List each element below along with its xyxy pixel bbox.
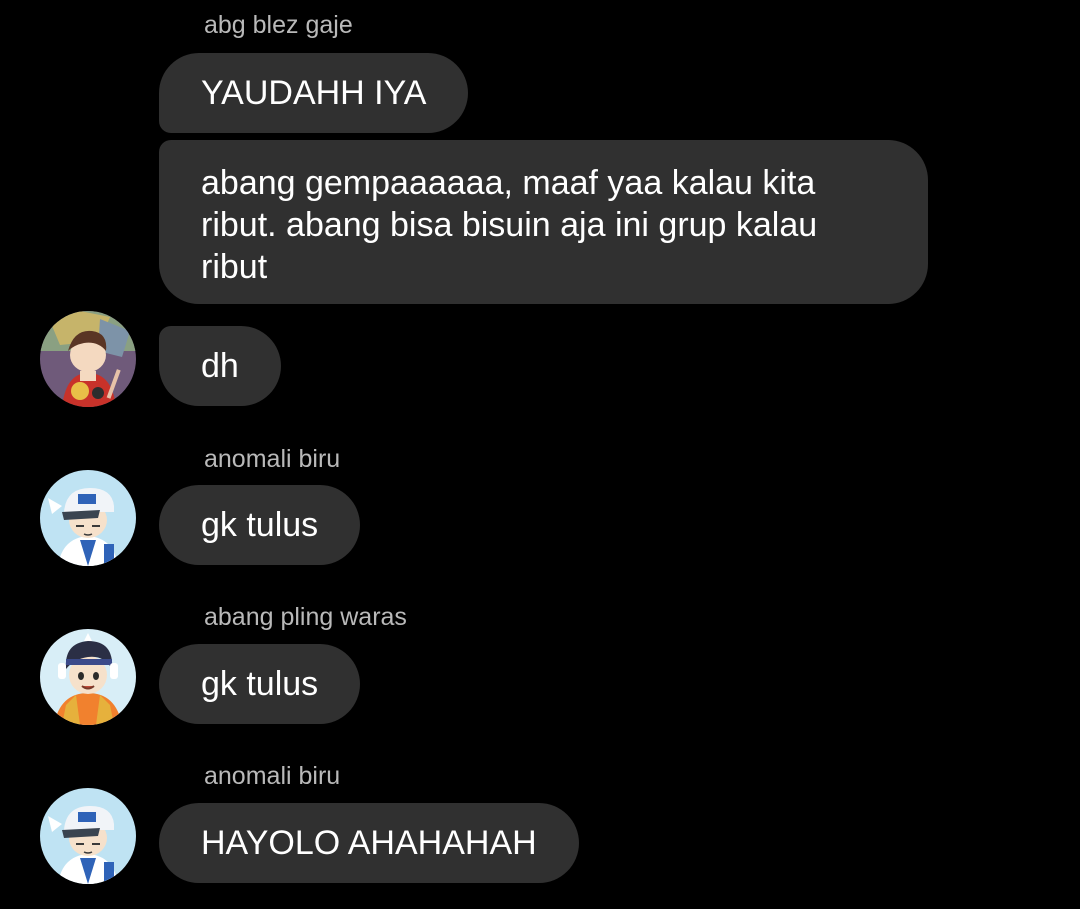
message-text: abang gempaaaaaa, maaf yaa kalau kita ri… [201, 164, 818, 286]
sender-name: anomali biru [204, 762, 341, 790]
anime-boy-orange-shirt-avatar-icon [40, 629, 136, 725]
message-text: HAYOLO AHAHAHAH [201, 824, 537, 862]
message-bubble[interactable]: abang gempaaaaaa, maaf yaa kalau kita ri… [159, 140, 928, 304]
message-bubble[interactable]: HAYOLO AHAHAHAH [159, 803, 579, 883]
anime-boy-red-jacket-avatar-icon [40, 311, 136, 407]
message-bubble[interactable]: dh [159, 326, 281, 406]
message-bubble[interactable]: gk tulus [159, 485, 361, 565]
message-bubble[interactable]: YAUDAHH IYA [159, 53, 469, 133]
avatar[interactable] [40, 788, 136, 884]
anime-boy-blue-cap-avatar-icon [40, 470, 136, 566]
sender-name: abg blez gaje [204, 11, 353, 39]
avatar[interactable] [40, 629, 136, 725]
sender-name: anomali biru [204, 445, 341, 473]
message-text: gk tulus [201, 665, 319, 703]
message-text: YAUDAHH IYA [201, 74, 427, 112]
sender-name: abang pling waras [204, 603, 407, 631]
message-text: dh [201, 347, 239, 385]
avatar[interactable] [40, 470, 136, 566]
avatar[interactable] [40, 311, 136, 407]
anime-boy-blue-cap-avatar-icon [40, 788, 136, 884]
message-text: gk tulus [201, 506, 319, 544]
message-bubble[interactable]: gk tulus [159, 644, 361, 724]
